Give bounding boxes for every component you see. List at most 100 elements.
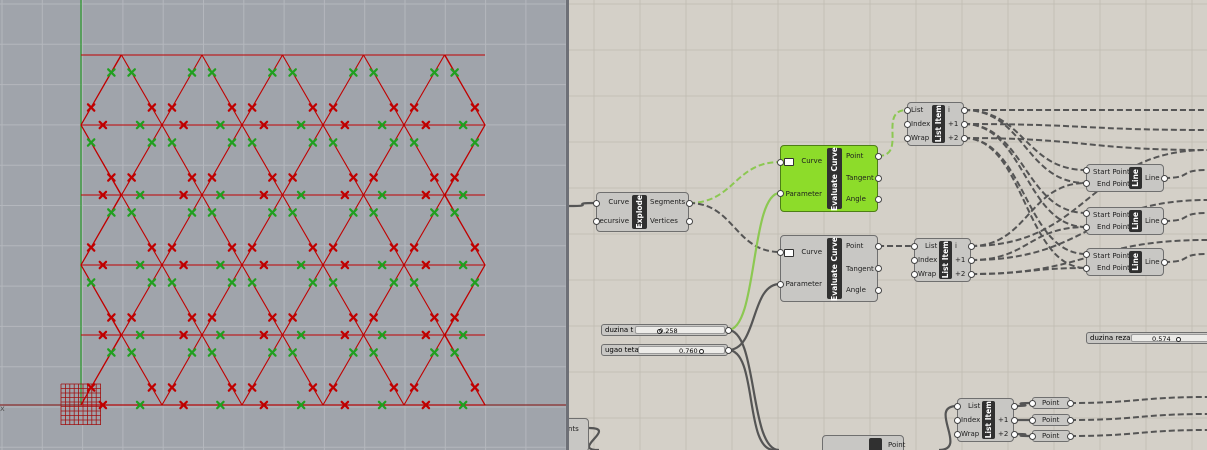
parameter-grip[interactable] (1161, 175, 1168, 182)
green-point-marker (86, 138, 96, 147)
partial-component-bottom[interactable]: Point (822, 435, 905, 450)
slider-value: 0.574 (1152, 335, 1171, 343)
parameter-grip[interactable] (961, 107, 968, 114)
line-component[interactable]: Start Point End Point Line Line (1086, 207, 1164, 235)
parameter-grip[interactable] (1011, 403, 1018, 410)
parameter-grip[interactable] (1161, 218, 1168, 225)
red-point-marker (107, 173, 116, 182)
wire (1163, 253, 1207, 263)
parameter-grip[interactable] (593, 218, 600, 225)
parameter-grip[interactable] (1029, 433, 1036, 440)
evaluate-curve-component[interactable]: Curve Parameter Evaluate Curve Point Tan… (780, 235, 878, 302)
parameter-grip[interactable] (875, 265, 882, 272)
point-param[interactable]: Point (1032, 414, 1070, 426)
parameter-grip[interactable] (911, 257, 918, 264)
diagonal-curve (322, 124, 364, 196)
green-point-marker (187, 68, 197, 77)
parameter-grip[interactable] (1011, 431, 1018, 438)
list-item-component[interactable]: List Index Wrap List Item +1 +2 (957, 398, 1014, 442)
parameter-grip[interactable] (1067, 400, 1074, 407)
viewport-geometry (0, 0, 567, 450)
parameter-grip[interactable] (725, 327, 732, 334)
parameter-grip[interactable] (875, 175, 882, 182)
output-plus1: +1 (948, 120, 959, 128)
parameter-grip[interactable] (904, 107, 911, 114)
explode-component[interactable]: Curve Recursive Explode Segments Vertice… (595, 192, 689, 232)
parameter-grip[interactable] (1083, 224, 1090, 231)
red-point-marker (389, 243, 399, 252)
parameter-grip[interactable] (968, 257, 975, 264)
parameter-grip[interactable] (875, 287, 882, 294)
parameter-grip[interactable] (593, 200, 600, 207)
parameter-grip[interactable] (911, 271, 918, 278)
parameter-grip[interactable] (968, 243, 975, 250)
parameter-grip[interactable] (968, 271, 975, 278)
parameter-grip[interactable] (1083, 210, 1090, 217)
parameter-grip[interactable] (1083, 180, 1090, 187)
parameter-grip[interactable] (777, 281, 784, 288)
parameter-grip[interactable] (875, 153, 882, 160)
parameter-grip[interactable] (1067, 417, 1074, 424)
red-point-marker (430, 173, 439, 182)
slider-track[interactable]: 0.574 (1131, 334, 1207, 343)
diagonal-curve (282, 124, 324, 196)
line-component[interactable]: Start Point End Point Line Line (1086, 248, 1164, 276)
parameter-grip[interactable] (1083, 265, 1090, 272)
slider-track[interactable]: 0.258 (635, 326, 725, 335)
parameter-grip[interactable] (1029, 417, 1036, 424)
grasshopper-canvas[interactable]: nts Curve Recursive Explode Segments Ver… (569, 0, 1207, 450)
parameter-grip[interactable] (904, 135, 911, 142)
parameter-grip[interactable] (875, 196, 882, 203)
component-nickname: List Item (932, 105, 945, 143)
slider-duzina-reza[interactable]: duzina reza 0.574 (1086, 332, 1207, 344)
point-param[interactable]: Point (1032, 397, 1070, 409)
slider-handle[interactable] (699, 349, 704, 354)
rhino-viewport[interactable]: x (0, 0, 567, 450)
slider-ugao-teta[interactable]: ugao teta 0.760 (601, 344, 728, 356)
parameter-grip[interactable] (961, 121, 968, 128)
point-param[interactable]: Point (1032, 430, 1070, 442)
red-point-marker (268, 173, 277, 182)
diagonal-curve (80, 264, 122, 336)
parameter-grip[interactable] (1161, 259, 1168, 266)
diagonal-curve (444, 54, 486, 126)
diagonal-curve (403, 54, 445, 126)
parameter-grip[interactable] (1067, 433, 1074, 440)
parameter-grip[interactable] (777, 159, 784, 166)
parameter-grip[interactable] (777, 249, 784, 256)
parameter-grip[interactable] (954, 431, 961, 438)
slider-handle[interactable] (1176, 337, 1181, 342)
red-point-marker (409, 383, 419, 392)
slider-name: duzina t (605, 326, 634, 334)
parameter-grip[interactable] (686, 218, 693, 225)
parameter-grip[interactable] (777, 190, 784, 197)
green-point-marker (308, 138, 318, 147)
input-start-point: Start Point (1093, 211, 1130, 219)
parameter-grip[interactable] (1083, 251, 1090, 258)
component-nickname: List Item (982, 401, 995, 439)
parameter-grip[interactable] (1011, 417, 1018, 424)
parameter-grip[interactable] (954, 403, 961, 410)
green-point-marker (328, 278, 338, 287)
list-item-component[interactable]: List Index Wrap List Item i +1 +2 (907, 102, 964, 146)
parameter-grip[interactable] (911, 243, 918, 250)
input-curve: Curve (801, 248, 822, 256)
parameter-grip[interactable] (725, 347, 732, 354)
list-item-component[interactable]: List Index Wrap List Item i +1 +2 (914, 238, 971, 282)
parameter-grip[interactable] (686, 200, 693, 207)
parameter-grip[interactable] (961, 135, 968, 142)
evaluate-curve-component-selected[interactable]: Curve Parameter Evaluate Curve Point Tan… (780, 145, 878, 212)
parameter-grip[interactable] (904, 121, 911, 128)
output-plus2: +2 (998, 430, 1009, 438)
parameter-grip[interactable] (954, 417, 961, 424)
parameter-grip[interactable] (875, 243, 882, 250)
slider-track[interactable]: 0.760 (638, 346, 725, 355)
red-point-marker (187, 313, 197, 322)
parameter-grip[interactable] (1029, 400, 1036, 407)
partial-component-left[interactable]: nts (569, 418, 589, 450)
line-component[interactable]: Start Point End Point Line Line (1086, 164, 1164, 192)
slider-duzina-t[interactable]: duzina t 0.258 (601, 324, 728, 336)
green-point-marker (107, 68, 116, 77)
parameter-grip[interactable] (1083, 167, 1090, 174)
red-point-marker (86, 103, 96, 112)
